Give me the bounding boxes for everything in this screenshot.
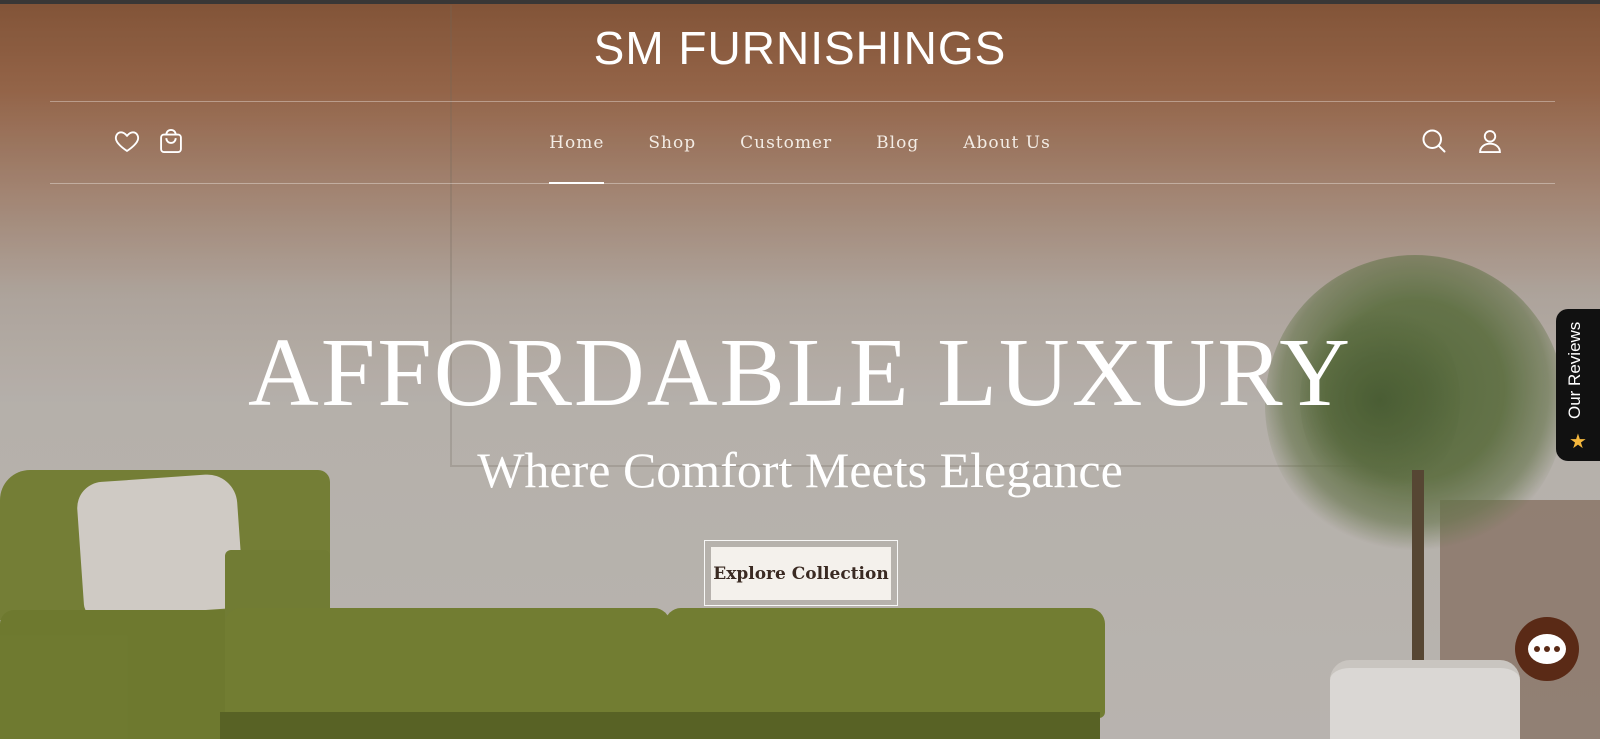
header-right-icons (1420, 127, 1504, 155)
chat-button[interactable] (1515, 617, 1579, 681)
hero-headline: AFFORDABLE LUXURY (248, 319, 1352, 427)
chat-dot (1544, 646, 1550, 652)
chat-bubble-icon (1528, 634, 1566, 664)
main-navigation: Home Shop Customer Blog About Us (0, 128, 1600, 184)
hero-section: SM FURNISHINGS Home Shop Customer Blog A… (0, 0, 1600, 739)
nav-link-home[interactable]: Home (549, 128, 605, 184)
nav-link-customer[interactable]: Customer (740, 128, 832, 158)
star-icon: ★ (1569, 429, 1587, 453)
hero-subheadline: Where Comfort Meets Elegance (477, 442, 1123, 498)
nav-link-about-us[interactable]: About Us (963, 128, 1051, 158)
header-divider-bottom (50, 183, 1555, 184)
search-icon[interactable] (1420, 127, 1448, 155)
nav-link-shop[interactable]: Shop (648, 128, 696, 158)
brand-logo[interactable]: SM FURNISHINGS (0, 20, 1600, 76)
header-divider-top (50, 101, 1555, 102)
reviews-tab-label[interactable]: Our Reviews (1555, 310, 1595, 430)
chat-dot (1554, 646, 1560, 652)
explore-collection-button[interactable]: Explore Collection (711, 547, 891, 600)
user-icon[interactable] (1476, 127, 1504, 155)
nav-link-blog[interactable]: Blog (876, 128, 919, 158)
chat-dot (1534, 646, 1540, 652)
